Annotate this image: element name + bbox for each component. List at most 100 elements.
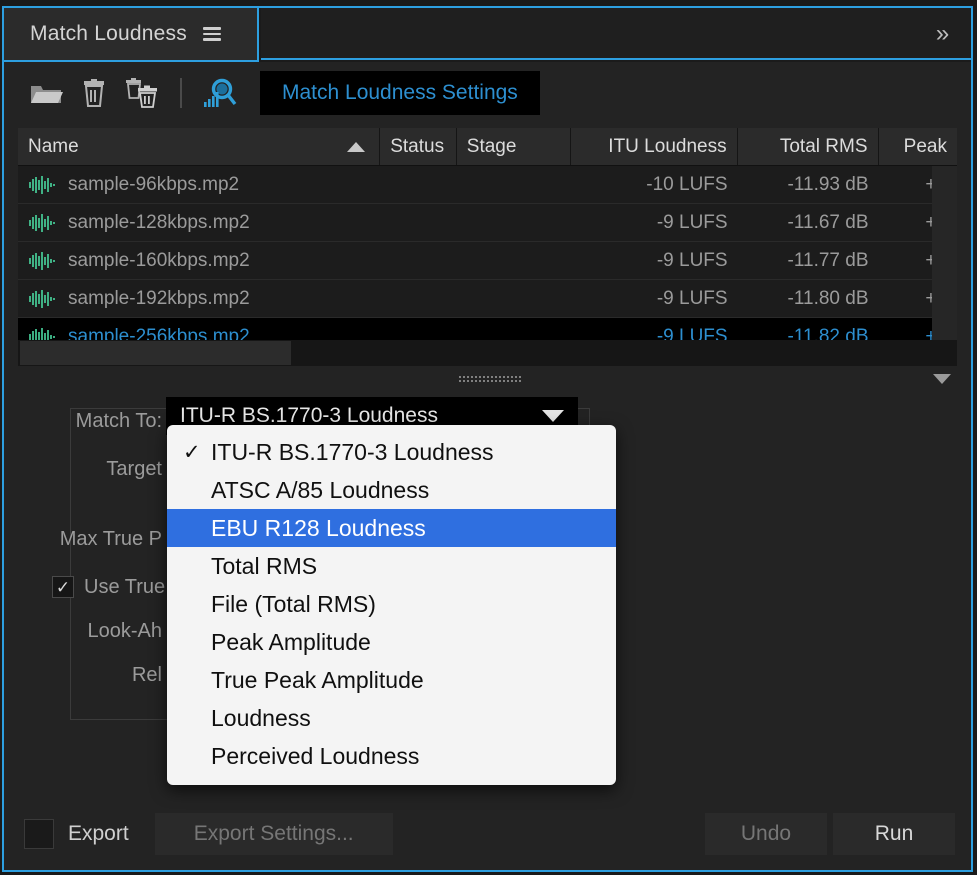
tab-strip: » Match Loudness — [4, 8, 971, 62]
dropdown-menu-item-label: ITU-R BS.1770-3 Loudness — [211, 438, 494, 465]
clear-all-button[interactable] — [118, 70, 166, 116]
cell-name: sample-96kbps.mp2 — [18, 166, 380, 203]
column-header-status-label: Status — [390, 135, 445, 157]
dropdown-menu-item-label: Total RMS — [211, 552, 318, 579]
match-to-row: Match To: — [52, 404, 162, 438]
cell-name: sample-160kbps.mp2 — [18, 242, 380, 279]
look-ahead-row: Look-Ah — [42, 614, 163, 648]
waveform-icon — [29, 289, 55, 308]
dropdown-menu-item[interactable]: Loudness — [167, 699, 616, 737]
panel-frame: » Match Loudness Match Loudness Settings… — [2, 6, 973, 872]
toolbar: Match Loudness Settings — [4, 62, 971, 124]
match-to-dropdown-menu: ✓ ITU-R BS.1770-3 Loudness ATSC A/85 Loudn… — [167, 425, 616, 785]
use-true-peak-checkbox[interactable]: ✓ — [52, 576, 74, 598]
column-header-total-rms[interactable]: Total RMS — [738, 128, 879, 165]
undo-button[interactable]: Undo — [705, 813, 827, 855]
cell-stage — [457, 204, 572, 241]
tab-match-loudness[interactable]: Match Loudness — [4, 8, 259, 62]
cell-total-rms: -11.80 dB — [787, 287, 869, 309]
cell-itu-loudness: -10 LUFS — [646, 173, 728, 195]
export-checkbox[interactable] — [24, 819, 54, 849]
max-true-peak-row: Max True P — [8, 522, 162, 556]
column-header-peak-label: Peak — [903, 135, 947, 157]
dropdown-menu-item-label: Peak Amplitude — [211, 628, 371, 655]
run-button[interactable]: Run — [833, 813, 955, 855]
column-header-rms-label: Total RMS — [779, 135, 868, 157]
dropdown-menu-item-label: Loudness — [211, 704, 311, 731]
table-row[interactable]: sample-192kbps.mp2-9 LUFS-11.80 dB+0 — [18, 280, 957, 318]
export-settings-button[interactable]: Export Settings... — [154, 813, 393, 855]
table-body: sample-96kbps.mp2-10 LUFS-11.93 dB+0samp… — [18, 166, 957, 350]
collapse-section-icon[interactable] — [933, 374, 951, 384]
trash-icon — [84, 79, 104, 107]
cell-name: sample-128kbps.mp2 — [18, 204, 380, 241]
tab-strip-empty-area: » — [261, 8, 971, 60]
use-true-peak-label: Use True — [84, 575, 166, 598]
column-header-status[interactable]: Status — [380, 128, 457, 165]
column-header-stage-label: Stage — [466, 135, 517, 157]
toolbar-divider — [180, 78, 182, 108]
file-table: Name Status Stage ITU Loudness Total RMS… — [18, 128, 957, 350]
cell-itu-loudness: -9 LUFS — [656, 249, 728, 271]
scan-loudness-button[interactable] — [196, 70, 244, 116]
waveform-icon — [29, 175, 55, 194]
check-icon: ✓ — [183, 440, 201, 464]
target-row: Target — [52, 452, 162, 486]
release-row: Rel — [72, 658, 162, 692]
match-to-label: Match To: — [75, 409, 162, 432]
sort-ascending-icon — [347, 141, 366, 152]
column-header-peak[interactable]: Peak — [879, 128, 957, 165]
dropdown-menu-item[interactable]: File (Total RMS) — [167, 585, 616, 623]
dropdown-menu-item[interactable]: True Peak Amplitude — [167, 661, 616, 699]
dropdown-menu-item[interactable]: ATSC A/85 Loudness — [167, 471, 616, 509]
dropdown-menu-item[interactable]: Total RMS — [167, 547, 616, 585]
dropdown-menu-item[interactable]: Peak Amplitude — [167, 623, 616, 661]
table-row[interactable]: sample-160kbps.mp2-9 LUFS-11.77 dB+0 — [18, 242, 957, 280]
file-name-label: sample-192kbps.mp2 — [68, 287, 250, 309]
cell-total-rms: -11.67 dB — [787, 211, 869, 233]
chevron-down-icon — [542, 410, 564, 422]
dropdown-menu-item-label: File (Total RMS) — [211, 590, 376, 617]
remove-file-button[interactable] — [70, 70, 118, 116]
hamburger-menu-icon[interactable] — [202, 26, 221, 42]
file-name-label: sample-160kbps.mp2 — [68, 249, 250, 271]
cell-stage — [457, 242, 572, 279]
cell-status — [380, 204, 457, 241]
table-vertical-scrollbar[interactable] — [932, 166, 957, 340]
table-row[interactable]: sample-128kbps.mp2-9 LUFS-11.67 dB+0 — [18, 204, 957, 242]
table-row[interactable]: sample-96kbps.mp2-10 LUFS-11.93 dB+0 — [18, 166, 957, 204]
match-loudness-settings-button[interactable]: Match Loudness Settings — [260, 71, 540, 115]
dropdown-menu-item[interactable]: EBU R128 Loudness — [167, 509, 616, 547]
max-true-peak-label: Max True P — [59, 527, 162, 550]
panel-splitter[interactable] — [8, 366, 971, 392]
column-header-stage[interactable]: Stage — [457, 128, 572, 165]
use-true-peak-row: ✓ Use True — [52, 570, 165, 604]
dropdown-menu-item-label: Perceived Loudness — [211, 742, 420, 769]
column-header-itu-loudness[interactable]: ITU Loudness — [571, 128, 738, 165]
column-header-name-label: Name — [28, 135, 79, 157]
bottom-action-bar: Export Export Settings... Undo Run — [8, 800, 971, 868]
table-horizontal-scrollbar[interactable] — [18, 340, 957, 366]
cell-stage — [457, 166, 572, 203]
waveform-icon — [29, 213, 55, 232]
cell-status — [380, 280, 457, 317]
dropdown-menu-item-label: EBU R128 Loudness — [211, 514, 426, 541]
add-files-button[interactable] — [22, 70, 70, 116]
release-label: Rel — [131, 663, 162, 686]
table-header-row: Name Status Stage ITU Loudness Total RMS… — [18, 128, 957, 166]
match-loudness-window: » Match Loudness Match Loudness Settings… — [0, 0, 977, 875]
dropdown-menu-item[interactable]: Perceived Loudness — [167, 737, 616, 775]
file-name-label: sample-128kbps.mp2 — [68, 211, 250, 233]
dropdown-menu-item[interactable]: ✓ ITU-R BS.1770-3 Loudness — [167, 433, 616, 471]
column-header-name[interactable]: Name — [18, 128, 381, 165]
file-name-label: sample-96kbps.mp2 — [68, 173, 240, 195]
panel-overflow-icon[interactable]: » — [923, 20, 959, 48]
dropdown-menu-item-label: ATSC A/85 Loudness — [211, 476, 430, 503]
waveform-icon — [29, 251, 55, 270]
look-ahead-label: Look-Ah — [87, 619, 163, 642]
splitter-grip-icon — [457, 375, 522, 383]
cell-name: sample-192kbps.mp2 — [18, 280, 380, 317]
loudness-magnifier-icon — [204, 78, 237, 107]
table-horizontal-scrollbar-thumb[interactable] — [20, 341, 291, 365]
export-label: Export — [68, 822, 129, 845]
